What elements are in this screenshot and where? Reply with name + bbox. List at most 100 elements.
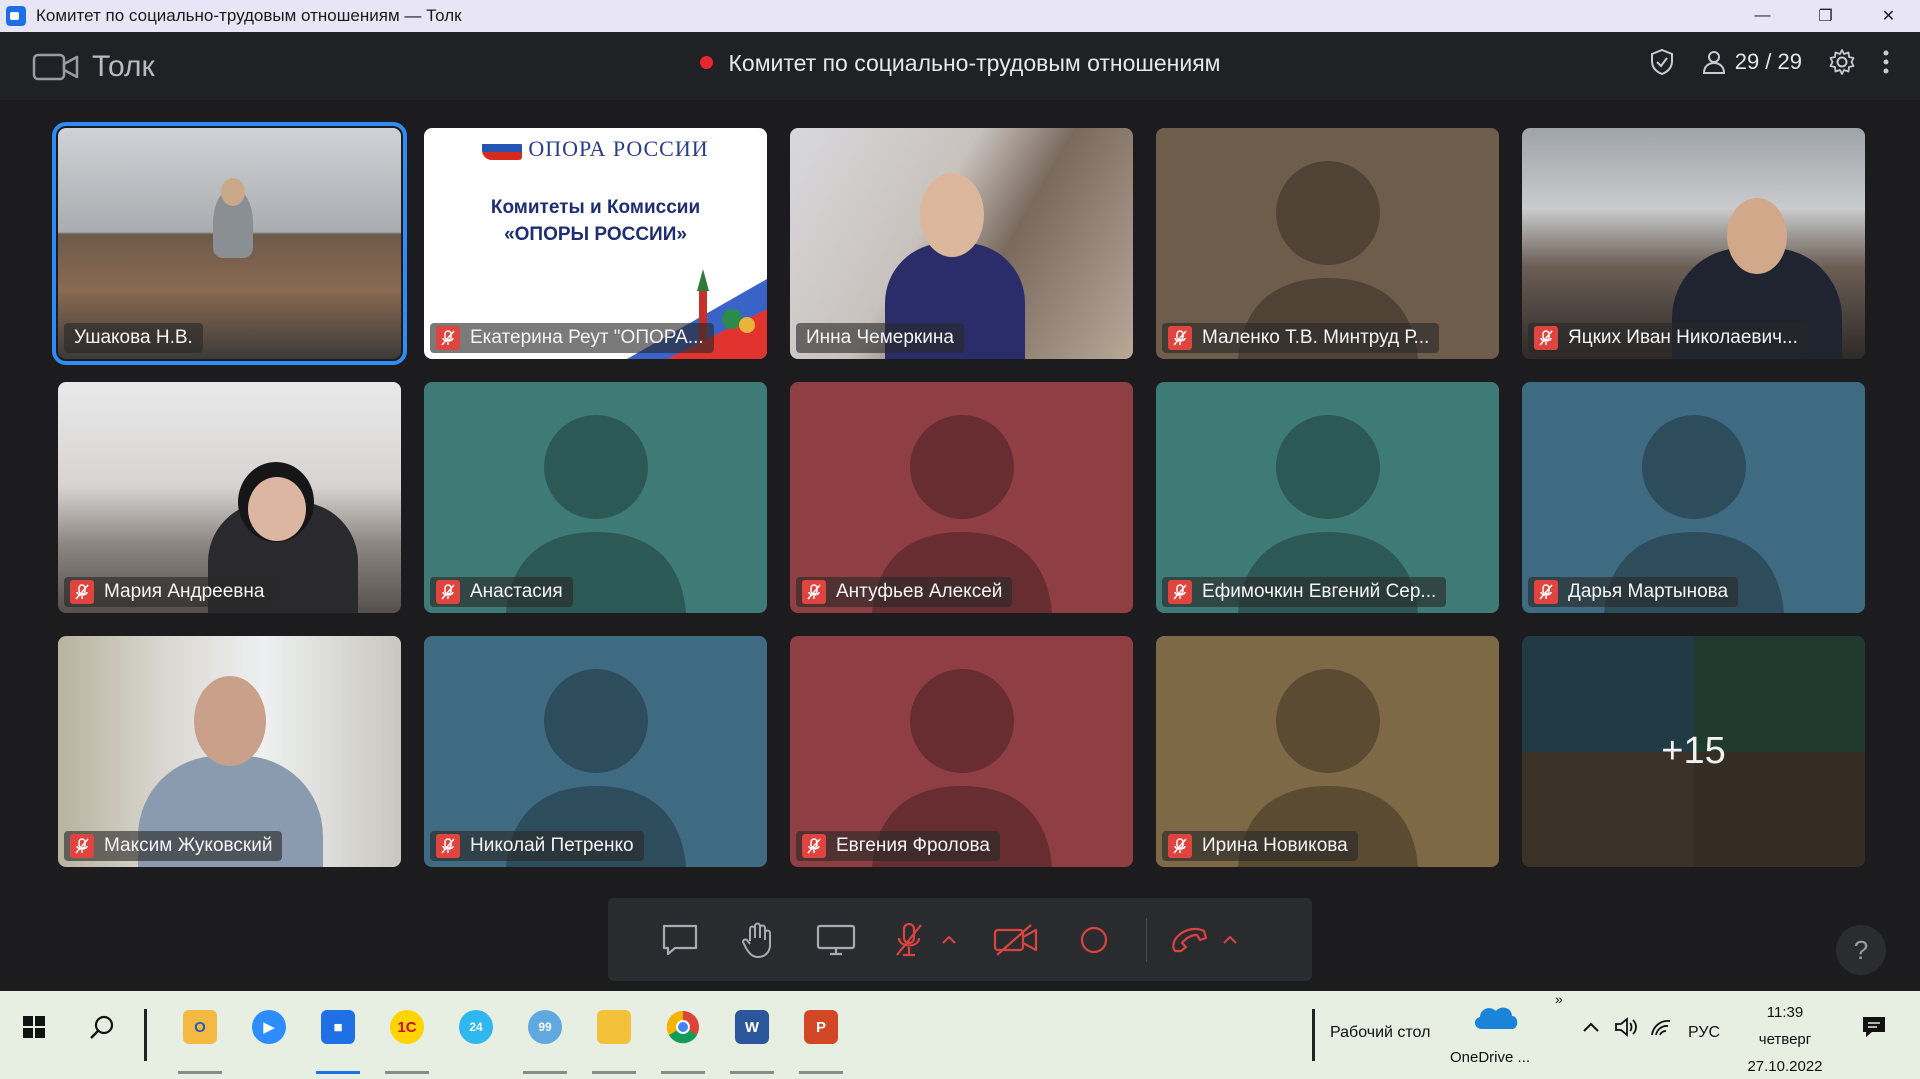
raise-hand-button[interactable]: [728, 910, 788, 970]
participant-name-tag: Ефимочкин Евгений Сер...: [1162, 577, 1447, 607]
more-participants-tile[interactable]: +15: [1522, 636, 1865, 867]
zoom-app-icon: ▶: [252, 1010, 286, 1044]
chat-button[interactable]: [650, 910, 710, 970]
participant-name: Антуфьев Алексей: [836, 581, 1003, 602]
input-language[interactable]: РУС: [1688, 1024, 1720, 1042]
mic-off-icon: [896, 922, 922, 956]
meeting-title: Комитет по социально-трудовым отношениям: [0, 50, 1920, 77]
participant-name-tag: Евгения Фролова: [796, 831, 1000, 861]
taskbar-running-indicator: [799, 1071, 843, 1074]
participant-tile[interactable]: Маленко Т.В. Минтруд Р...: [1156, 128, 1499, 359]
participant-name: Ефимочкин Евгений Сер...: [1202, 581, 1437, 602]
recording-indicator-icon: [699, 56, 713, 69]
chrome-icon: [666, 1010, 699, 1044]
taskbar-app-1c[interactable]: 1С: [385, 1005, 429, 1049]
participant-tile[interactable]: Ефимочкин Евгений Сер...: [1156, 382, 1499, 613]
participant-name-tag: Дарья Мартынова: [1528, 577, 1739, 607]
notification-icon: [1863, 1017, 1885, 1037]
participant-tile[interactable]: Ушакова Н.В.: [52, 122, 407, 365]
taskbar-running-indicator: [730, 1071, 774, 1074]
slide-heading-line1: Комитеты и Комиссии: [490, 197, 701, 218]
mic-muted-icon: [1168, 834, 1192, 858]
participants-button[interactable]: 29 / 29: [1701, 49, 1802, 75]
mic-muted-icon: [1168, 326, 1192, 350]
screen-share-button[interactable]: [806, 910, 866, 970]
network-button[interactable]: [1640, 1005, 1682, 1049]
notifications-button[interactable]: [1852, 1005, 1896, 1049]
participant-name: Максим Жуковский: [104, 835, 273, 856]
settings-gear-icon[interactable]: [1828, 48, 1856, 76]
participant-tile[interactable]: Антуфьев Алексей: [790, 382, 1133, 613]
participant-head: [221, 178, 245, 206]
participant-tile[interactable]: Яцких Иван Николаевич...: [1522, 128, 1865, 359]
participant-name: Ирина Новикова: [1202, 835, 1348, 856]
participant-name-tag: Николай Петренко: [430, 831, 644, 861]
meeting-title-text: Комитет по социально-трудовым отношениям: [728, 50, 1221, 76]
mic-muted-icon: [436, 580, 460, 604]
taskbar-app-tolk[interactable]: ■: [316, 1005, 360, 1049]
mic-muted-icon: [1534, 580, 1558, 604]
participant-name: Дарья Мартынова: [1568, 581, 1729, 602]
clock[interactable]: 11:39 четверг 27.10.2022: [1735, 999, 1835, 1079]
taskbar-running-indicator: [592, 1071, 636, 1074]
participant-tile[interactable]: Николай Петренко: [424, 636, 767, 867]
taskbar-app-24[interactable]: 24: [454, 1005, 498, 1049]
participant-tile[interactable]: Мария Андреевна: [58, 382, 401, 613]
participant-name-tag: Ушакова Н.В.: [64, 323, 203, 353]
toolbar-overflow-chevron[interactable]: »: [1555, 991, 1563, 1007]
record-button[interactable]: [1064, 910, 1124, 970]
camera-toggle-button[interactable]: [986, 910, 1046, 970]
taskbar-app-chat[interactable]: 99: [523, 1005, 567, 1049]
monitor-icon: [816, 924, 856, 955]
taskbar-app-chrome[interactable]: [661, 1005, 705, 1049]
leave-call-button[interactable]: [1165, 910, 1215, 970]
shield-check-icon[interactable]: [1649, 48, 1675, 76]
participant-name-tag: Анастасия: [430, 577, 573, 607]
taskbar-app-outlook[interactable]: O: [178, 1005, 222, 1049]
participant-tile[interactable]: Анастасия: [424, 382, 767, 613]
taskbar-divider: [1312, 1009, 1315, 1061]
taskbar-app-zoom[interactable]: ▶: [247, 1005, 291, 1049]
participant-head: [194, 676, 266, 766]
microphone-options-button[interactable]: [934, 910, 964, 970]
onedrive-button[interactable]: [1470, 1001, 1520, 1038]
leave-options-button[interactable]: [1215, 910, 1245, 970]
mic-muted-icon: [70, 580, 94, 604]
close-button[interactable]: ✕: [1857, 0, 1920, 32]
taskbar-app-word[interactable]: W: [730, 1005, 774, 1049]
participant-tile[interactable]: Инна Чемеркина: [790, 128, 1133, 359]
mic-muted-icon: [1534, 326, 1558, 350]
participant-name: Евгения Фролова: [836, 835, 990, 856]
participant-tile[interactable]: Ирина Новикова: [1156, 636, 1499, 867]
restore-button[interactable]: ❐: [1794, 0, 1857, 32]
participant-tile[interactable]: Евгения Фролова: [790, 636, 1133, 867]
desktop-toolbar-label[interactable]: Рабочий стол: [1330, 1024, 1430, 1042]
participant-tile[interactable]: Максим Жуковский: [58, 636, 401, 867]
taskbar-running-indicator: [523, 1071, 567, 1074]
onedrive-cloud-icon: [1474, 1007, 1518, 1029]
outlook-app-icon: O: [183, 1010, 217, 1044]
messenger-app-icon: 99: [528, 1010, 562, 1044]
participants-count: 29 / 29: [1734, 49, 1802, 74]
taskbar-running-indicator: [661, 1071, 705, 1074]
taskbar-running-indicator: [385, 1071, 429, 1074]
help-button[interactable]: ?: [1836, 925, 1886, 975]
mic-muted-icon: [70, 834, 94, 858]
start-button[interactable]: [12, 1005, 56, 1049]
taskbar-divider: [144, 1009, 147, 1061]
more-options-icon[interactable]: [1882, 49, 1890, 75]
microphone-toggle-button[interactable]: [884, 910, 934, 970]
more-participants-count: +15: [1661, 730, 1726, 772]
search-icon: [90, 1015, 114, 1039]
taskbar-app-powerpoint[interactable]: P: [799, 1005, 843, 1049]
taskbar-app-explorer[interactable]: [592, 1005, 636, 1049]
participant-head: [1727, 198, 1787, 274]
controls-divider: [1146, 917, 1147, 962]
participant-tile[interactable]: ОПОРА РОССИИ Комитеты и Комиссии «ОПОРЫ …: [424, 128, 767, 359]
minimize-button[interactable]: —: [1731, 0, 1794, 32]
chevron-up-icon: [942, 935, 956, 944]
participant-tile[interactable]: Дарья Мартынова: [1522, 382, 1865, 613]
windows-taskbar: O ▶ ■ 1С 24 99 W P Рабочий стол OneDrive…: [0, 991, 1920, 1079]
participant-head: [920, 173, 984, 257]
search-button[interactable]: [80, 1005, 124, 1049]
